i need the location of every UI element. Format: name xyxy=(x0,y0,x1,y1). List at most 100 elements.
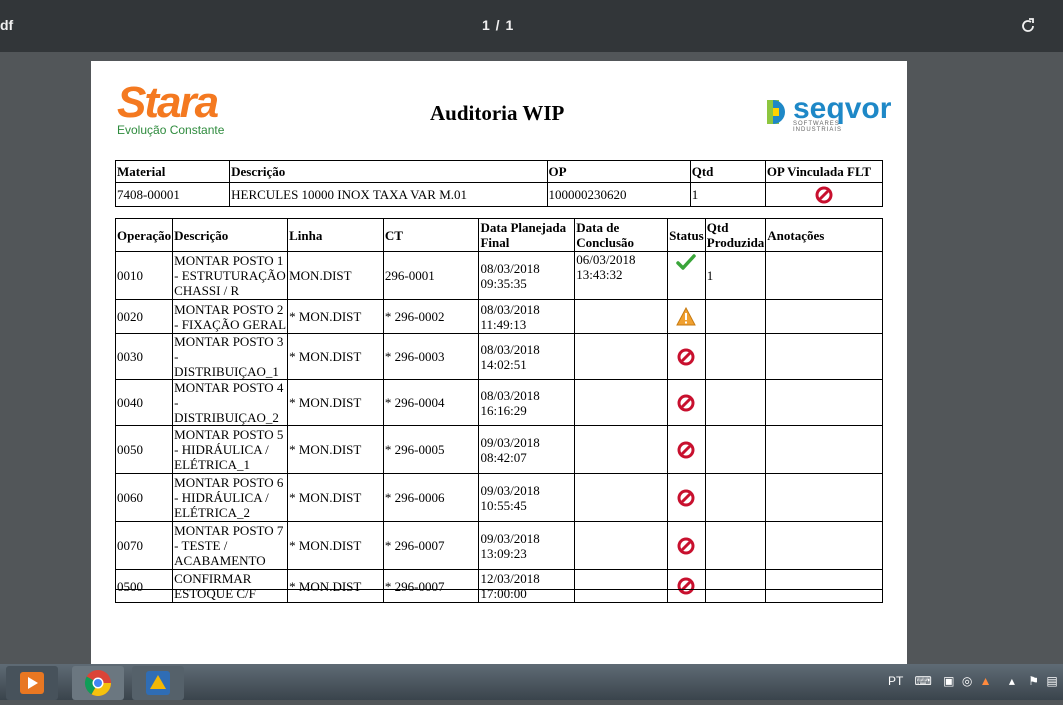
cell-planejada: 09/03/2018 13:09:23 xyxy=(478,521,576,570)
cell-planejada: 09/03/2018 08:42:07 xyxy=(478,425,576,474)
rotate-icon[interactable] xyxy=(1018,16,1038,36)
cell-descricao: MONTAR POSTO 6 - HIDRÁULICA / ELÉTRICA_2 xyxy=(172,473,289,522)
page-indicator: 1 / 1 xyxy=(482,17,515,33)
check-icon xyxy=(676,254,697,270)
cell-descricao: MONTAR POSTO 7 - TESTE / ACABAMENTO xyxy=(172,521,289,570)
language-indicator[interactable]: PT xyxy=(888,674,903,688)
cell-anotacoes xyxy=(765,333,883,380)
cell-anotacoes xyxy=(765,251,883,300)
cell-ct: * 296-0005 xyxy=(382,425,480,474)
keyboard-icon[interactable]: ⌨ xyxy=(914,674,931,688)
cell-ct: * 296-0006 xyxy=(382,473,480,522)
col-linha: Linha xyxy=(287,218,384,252)
op-value: 100000230620 xyxy=(546,182,691,207)
media-player-button[interactable] xyxy=(6,666,58,700)
cell-linha: * MON.DIST xyxy=(287,569,384,603)
flag-icon[interactable]: ⚑ xyxy=(1028,674,1039,688)
cell-qtd xyxy=(704,333,767,380)
show-hidden-icons[interactable]: ▴ xyxy=(1009,674,1015,688)
status-cell xyxy=(667,379,706,426)
document-filename: df xyxy=(0,17,14,33)
forbidden-icon xyxy=(677,537,695,554)
forbidden-icon xyxy=(677,441,695,458)
status-cell xyxy=(667,251,706,300)
col-material: Material xyxy=(114,160,231,183)
table-row: 0050 MONTAR POSTO 5 - HIDRÁULICA / ELÉTRI… xyxy=(114,425,883,474)
operations-table: Operação Descrição Linha CT Data Planeja… xyxy=(114,218,883,603)
footer-divider xyxy=(115,589,883,590)
cell-linha: * MON.DIST xyxy=(287,299,384,334)
forbidden-icon xyxy=(677,489,695,506)
cell-anotacoes xyxy=(765,299,883,334)
cell-conclusao xyxy=(574,379,669,426)
descricao-value: HERCULES 10000 INOX TAXA VAR M.01 xyxy=(229,182,548,207)
forbidden-icon xyxy=(677,348,695,365)
cell-linha: * MON.DIST xyxy=(287,425,384,474)
cell-operacao: 0020 xyxy=(114,299,174,334)
cell-planejada: 08/03/2018 16:16:29 xyxy=(478,379,576,426)
cell-planejada: 12/03/2018 17:00:00 xyxy=(478,569,576,603)
cell-conclusao xyxy=(574,521,669,570)
cell-anotacoes xyxy=(765,379,883,426)
cell-descricao: MONTAR POSTO 1 - ESTRUTURAÇÃO CHASSI / R xyxy=(172,251,289,300)
cell-linha: * MON.DIST xyxy=(287,333,384,380)
cell-conclusao xyxy=(574,299,669,334)
cell-conclusao xyxy=(574,425,669,474)
col-data-conclusao: Data de Conclusão xyxy=(574,218,669,252)
op-vinculada-cell xyxy=(764,182,884,207)
app-button[interactable] xyxy=(132,666,184,700)
stara-logo: Stara Evolução Constante xyxy=(117,78,225,138)
table-row: 0010 MONTAR POSTO 1 - ESTRUTURAÇÃO CHASSI… xyxy=(114,251,883,300)
cell-ct: 296-0001 xyxy=(382,251,480,300)
cell-qtd xyxy=(704,379,767,426)
cell-descricao: MONTAR POSTO 5 - HIDRÁULICA / ELÉTRICA_1 xyxy=(172,425,289,474)
col-op: OP xyxy=(546,160,691,183)
col-status: Status xyxy=(667,218,706,252)
update-icon[interactable]: ◎ xyxy=(962,674,972,688)
cell-ct: * 296-0007 xyxy=(382,569,480,603)
cell-conclusao xyxy=(574,333,669,380)
cell-linha: * MON.DIST xyxy=(287,473,384,522)
table-row: 0040 MONTAR POSTO 4 - DISTRIBUIÇAO_2 * MON… xyxy=(114,379,883,426)
cell-operacao: 0500 xyxy=(114,569,174,603)
cell-ct: * 296-0002 xyxy=(382,299,480,334)
alert-icon[interactable]: ▲ xyxy=(980,674,992,688)
cell-descricao: MONTAR POSTO 2 - FIXAÇÃO GERAL xyxy=(172,299,289,334)
col-ct: CT xyxy=(382,218,480,252)
col-anotacoes: Anotações xyxy=(765,218,883,252)
cell-planejada: 09/03/2018 10:55:45 xyxy=(478,473,576,522)
cell-ct: * 296-0004 xyxy=(382,379,480,426)
cell-anotacoes xyxy=(765,473,883,522)
cell-linha: * MON.DIST xyxy=(287,521,384,570)
forbidden-icon xyxy=(677,577,695,595)
cell-planejada: 08/03/2018 09:35:35 xyxy=(478,251,576,300)
table-row: 0030 MONTAR POSTO 3 - DISTRIBUIÇAO_1 * MON… xyxy=(114,333,883,380)
forbidden-icon xyxy=(677,394,695,411)
media-player-icon xyxy=(20,672,44,694)
forbidden-icon xyxy=(815,186,833,203)
warning-icon xyxy=(676,306,697,325)
seqvor-logo: seqvor SOFTWARES INDUSTRIAIS xyxy=(767,92,891,133)
status-cell xyxy=(667,299,706,334)
col-descricao: Descrição xyxy=(229,160,548,183)
cell-qtd xyxy=(704,299,767,334)
chrome-icon xyxy=(84,670,112,697)
col-qtd: Qtd xyxy=(689,160,766,183)
app-icon xyxy=(146,671,170,695)
cell-planejada: 08/03/2018 11:49:13 xyxy=(478,299,576,334)
cell-anotacoes xyxy=(765,569,883,603)
speaker-icon[interactable]: ▤ xyxy=(1046,674,1057,688)
material-value: 7408-00001 xyxy=(114,182,231,207)
cell-operacao: 0010 xyxy=(114,251,174,300)
cell-qtd xyxy=(704,425,767,474)
status-cell xyxy=(667,569,706,603)
status-cell xyxy=(667,333,706,380)
cell-qtd xyxy=(704,569,767,603)
cell-ct: * 296-0007 xyxy=(382,521,480,570)
network-icon[interactable]: ▣ xyxy=(943,674,954,688)
cell-qtd xyxy=(704,521,767,570)
cell-operacao: 0060 xyxy=(114,473,174,522)
cell-operacao: 0070 xyxy=(114,521,174,570)
chrome-button[interactable] xyxy=(72,666,124,700)
status-cell xyxy=(667,473,706,522)
